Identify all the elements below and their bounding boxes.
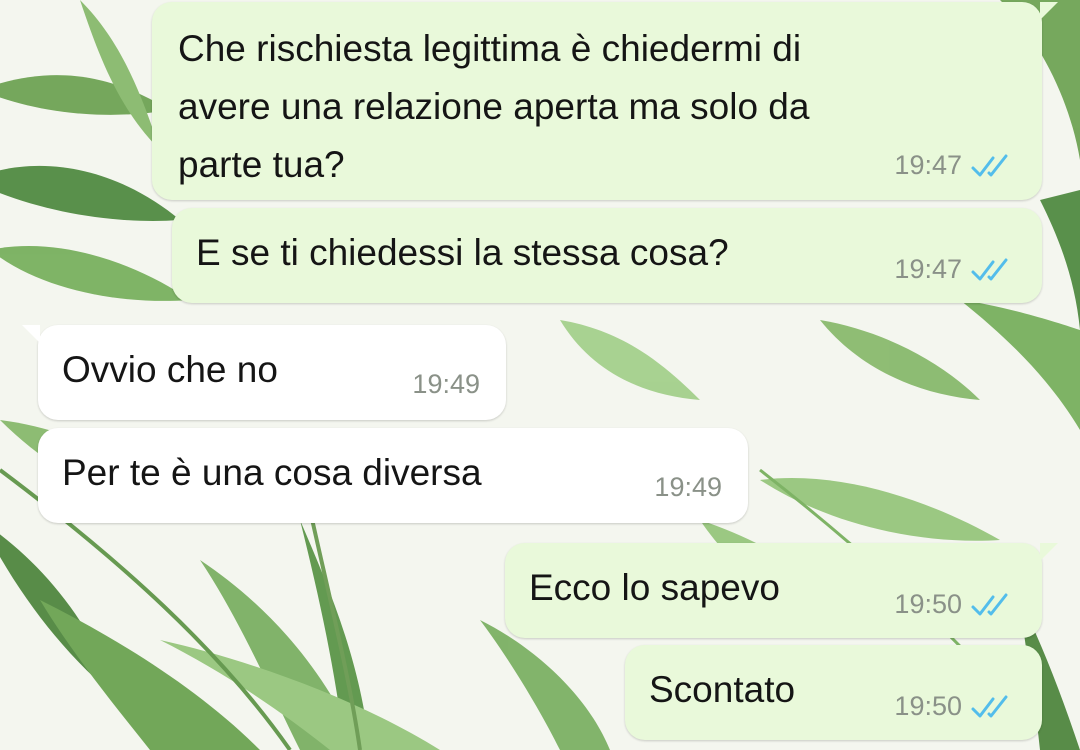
message-bubble-outgoing[interactable]: Ecco lo sapevo 19:50 bbox=[505, 543, 1058, 638]
bubble-tail bbox=[22, 325, 40, 343]
bubble-tail bbox=[1040, 543, 1058, 561]
message-bubble-outgoing[interactable]: Che rischiesta legittima è chiedermi di … bbox=[152, 2, 1058, 200]
message-time: 19:50 bbox=[894, 589, 962, 619]
message-time: 19:49 bbox=[654, 472, 722, 502]
message-text: Scontato bbox=[649, 661, 795, 719]
read-double-tick-icon bbox=[971, 695, 1008, 717]
message-text: Che rischiesta legittima è chiedermi di … bbox=[178, 20, 809, 194]
message-time: 19:49 bbox=[412, 369, 480, 399]
message-line: Per te è una cosa diversa bbox=[62, 452, 482, 493]
message-meta: 19:47 bbox=[894, 254, 1016, 285]
message-time: 19:47 bbox=[894, 254, 962, 284]
message-text: Ovvio che no bbox=[62, 341, 278, 399]
message-line: Ovvio che no bbox=[62, 349, 278, 390]
message-bubble-incoming[interactable]: Per te è una cosa diversa 19:49 bbox=[38, 428, 748, 523]
message-meta: 19:49 bbox=[654, 472, 722, 503]
message-text: Ecco lo sapevo bbox=[529, 559, 780, 617]
message-time: 19:50 bbox=[894, 691, 962, 721]
message-line: Scontato bbox=[649, 669, 796, 710]
read-double-tick-icon bbox=[971, 258, 1008, 280]
message-meta: 19:50 bbox=[894, 589, 1016, 620]
message-line: Ecco lo sapevo bbox=[529, 567, 780, 608]
read-double-tick-icon bbox=[971, 154, 1008, 176]
message-bubble-outgoing[interactable]: E se ti chiedessi la stessa cosa? 19:47 bbox=[172, 208, 1042, 303]
message-line: Che rischiesta legittima è chiedermi di bbox=[178, 28, 802, 69]
bubble-tail bbox=[1040, 2, 1058, 20]
message-meta: 19:47 bbox=[894, 150, 1016, 181]
message-meta: 19:49 bbox=[412, 369, 480, 400]
message-time: 19:47 bbox=[894, 150, 962, 180]
message-text: Per te è una cosa diversa bbox=[62, 444, 482, 502]
message-meta: 19:50 bbox=[894, 691, 1016, 722]
read-double-tick-icon bbox=[971, 593, 1008, 615]
message-line: E se ti chiedessi la stessa cosa? bbox=[196, 232, 729, 273]
message-bubble-outgoing[interactable]: Scontato 19:50 bbox=[625, 645, 1042, 740]
message-bubble-incoming[interactable]: Ovvio che no 19:49 bbox=[22, 325, 506, 420]
message-line: avere una relazione aperta ma solo da bbox=[178, 86, 810, 127]
message-line: parte tua? bbox=[178, 144, 345, 185]
message-text: E se ti chiedessi la stessa cosa? bbox=[196, 224, 729, 282]
